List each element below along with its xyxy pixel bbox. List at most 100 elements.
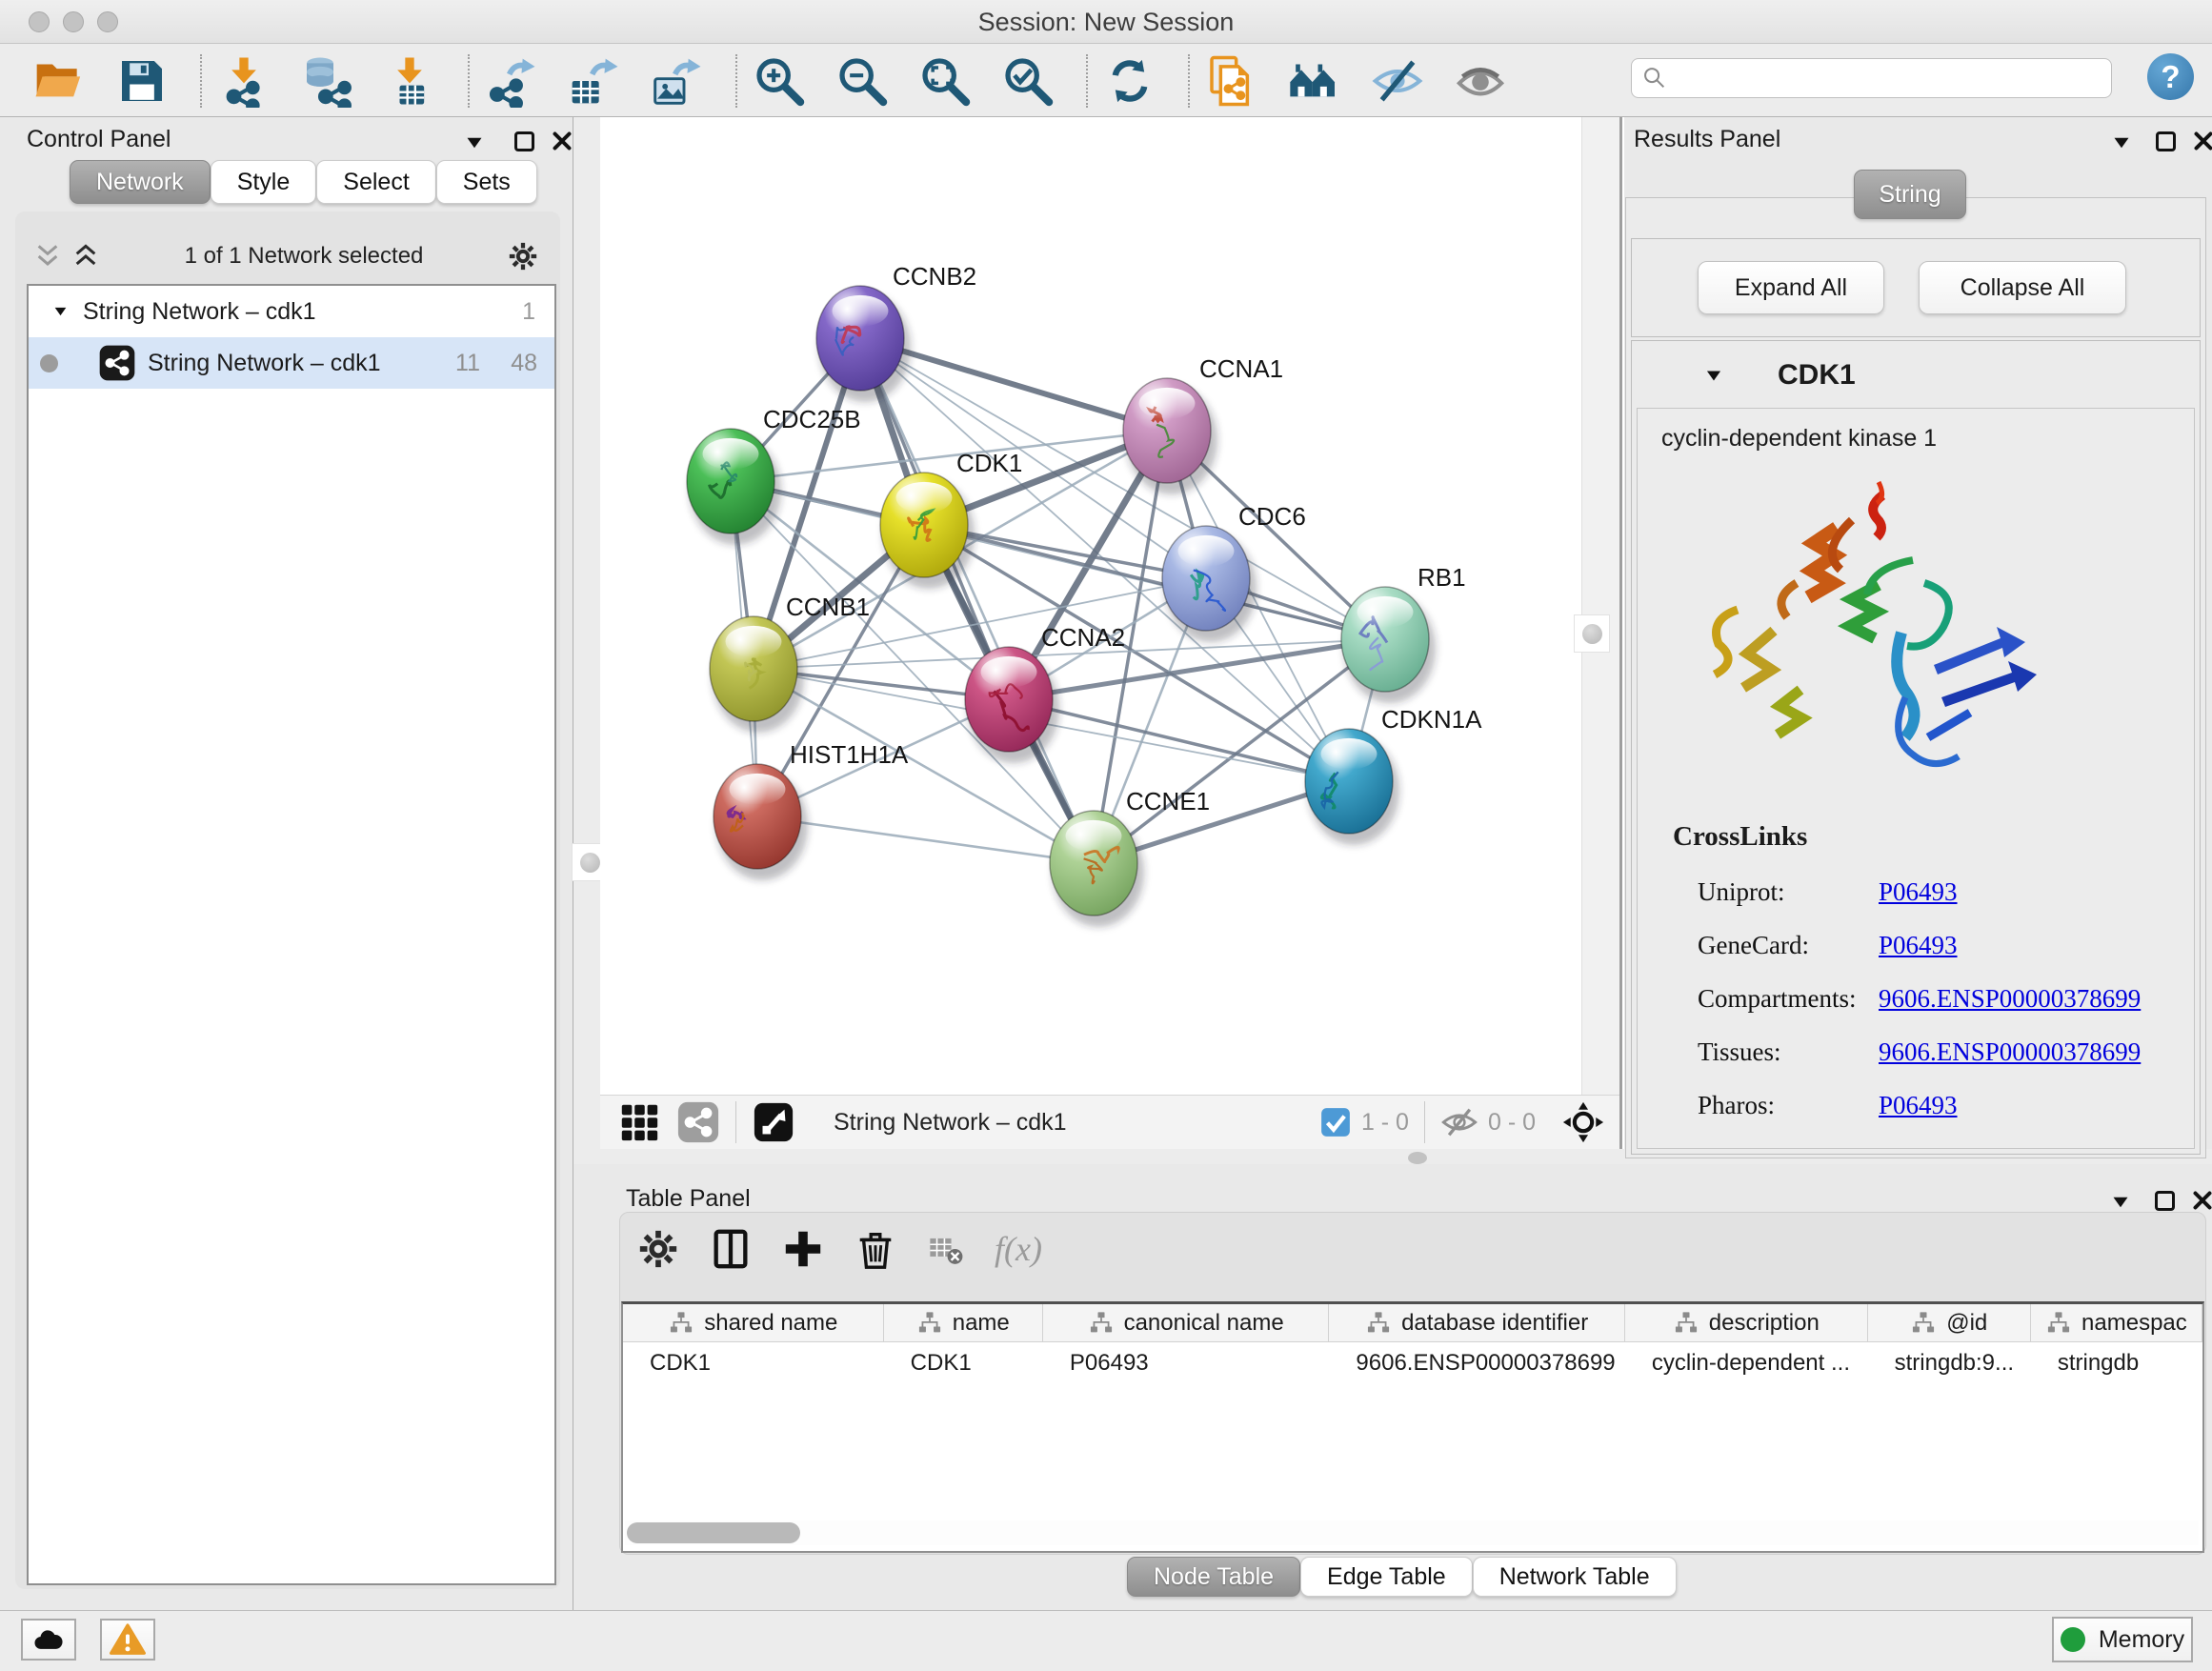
- warnings-button[interactable]: [100, 1619, 155, 1661]
- search-input[interactable]: [1668, 65, 2111, 91]
- memory-button[interactable]: Memory: [2052, 1617, 2193, 1662]
- network-collection-row[interactable]: String Network – cdk1 1: [29, 286, 554, 337]
- network-edge[interactable]: [757, 816, 1094, 863]
- neighborhood-icon[interactable]: [1288, 54, 1341, 108]
- open-session-icon[interactable]: [32, 54, 86, 108]
- hidden-eye-icon[interactable]: [1440, 1103, 1478, 1141]
- collection-caret-icon[interactable]: [51, 305, 70, 318]
- column-header-name[interactable]: name: [884, 1304, 1043, 1341]
- results-panel-title: Results Panel: [1634, 126, 1780, 153]
- show-columns-icon[interactable]: [709, 1227, 753, 1271]
- delete-column-icon[interactable]: [854, 1227, 897, 1271]
- node-label: CCNA1: [1199, 354, 1283, 383]
- import-network-icon[interactable]: [217, 54, 271, 108]
- crosslink-link[interactable]: 9606.ENSP00000378699: [1879, 1037, 2141, 1067]
- toolbar-separator: [1086, 54, 1088, 108]
- import-table-icon[interactable]: [383, 54, 436, 108]
- control-panel-close-icon[interactable]: [551, 130, 573, 152]
- network-canvas[interactable]: CCNB2CCNA1CDC25BCDK1CDC6RB1CCNB1CCNA2CDK…: [600, 117, 1581, 1095]
- table-panel-float-icon[interactable]: [2155, 1191, 2175, 1211]
- export-network-icon[interactable]: [485, 54, 538, 108]
- zoom-selected-icon[interactable]: [1001, 54, 1055, 108]
- tab-network[interactable]: Network: [70, 160, 211, 204]
- column-header-namespac[interactable]: namespac: [2031, 1304, 2202, 1341]
- network-node-RB1[interactable]: RB1: [1341, 563, 1466, 703]
- tab-style[interactable]: Style: [211, 160, 317, 204]
- gene-section-header[interactable]: CDK1: [1631, 351, 2201, 400]
- table-row[interactable]: CDK1CDK1P064939606.ENSP00000378699cyclin…: [623, 1342, 2202, 1384]
- selected-checkbox-icon[interactable]: [1319, 1106, 1352, 1138]
- tab-network-table[interactable]: Network Table: [1473, 1557, 1677, 1597]
- help-button[interactable]: ?: [2147, 53, 2194, 100]
- network-edge[interactable]: [860, 338, 1094, 863]
- column-header--id[interactable]: @id: [1868, 1304, 2031, 1341]
- crosslink-label: Uniprot:: [1698, 877, 1879, 907]
- expand-all-button[interactable]: Expand All: [1698, 261, 1884, 314]
- expand-all-networks-icon[interactable]: [70, 241, 101, 272]
- attribute-type-icon: [916, 1310, 943, 1337]
- update-icon[interactable]: [1103, 54, 1156, 108]
- network-node-CDKN1A[interactable]: CDKN1A: [1305, 705, 1482, 845]
- column-header-canonical-name[interactable]: canonical name: [1043, 1304, 1330, 1341]
- tab-edge-table[interactable]: Edge Table: [1300, 1557, 1473, 1597]
- network-node-HIST1H1A[interactable]: HIST1H1A: [714, 740, 909, 880]
- fit-selected-crosshair-icon[interactable]: [1562, 1101, 1604, 1143]
- column-header-database-identifier[interactable]: database identifier: [1329, 1304, 1625, 1341]
- add-column-icon[interactable]: [781, 1227, 825, 1271]
- network-edge[interactable]: [1009, 699, 1349, 781]
- crosslink-link[interactable]: P06493: [1879, 1091, 1958, 1120]
- collapse-all-networks-icon[interactable]: [32, 241, 63, 272]
- save-session-icon[interactable]: [115, 54, 169, 108]
- collapse-all-button[interactable]: Collapse All: [1919, 261, 2126, 314]
- network-node-CCNA1[interactable]: CCNA1: [1123, 354, 1283, 494]
- hscrollbar-thumb[interactable]: [627, 1522, 800, 1543]
- network-node-CDK1[interactable]: CDK1: [880, 449, 1022, 589]
- network-style-icon[interactable]: [676, 1100, 720, 1144]
- right-splitter-handle[interactable]: [1574, 614, 1610, 653]
- attribute-type-icon: [1088, 1310, 1115, 1337]
- table-panel-menu-icon[interactable]: [2109, 1194, 2132, 1211]
- crosslink-link[interactable]: P06493: [1879, 877, 1958, 907]
- detach-view-icon[interactable]: [752, 1100, 795, 1144]
- tab-sets[interactable]: Sets: [436, 160, 537, 204]
- network-options-gear-icon[interactable]: [507, 240, 539, 272]
- network-node-count: 11: [423, 350, 480, 377]
- hide-selected-icon[interactable]: [1371, 54, 1424, 108]
- tab-select[interactable]: Select: [316, 160, 435, 204]
- crosslink-label: Pharos:: [1698, 1091, 1879, 1120]
- current-network-dot: [40, 354, 58, 372]
- cloud-button[interactable]: [21, 1619, 76, 1661]
- import-database-icon[interactable]: [300, 54, 353, 108]
- search-box[interactable]: [1631, 58, 2112, 98]
- tab-string[interactable]: String: [1854, 170, 1966, 219]
- gene-name: CDK1: [1778, 359, 1856, 392]
- zoom-in-icon[interactable]: [753, 54, 806, 108]
- crosslink-link[interactable]: P06493: [1879, 931, 1958, 960]
- tab-node-table[interactable]: Node Table: [1127, 1557, 1300, 1597]
- clone-network-icon[interactable]: [1205, 54, 1258, 108]
- gene-caret-icon[interactable]: [1703, 368, 1724, 384]
- export-table-icon[interactable]: [568, 54, 621, 108]
- birds-eye-grid-icon[interactable]: [617, 1100, 661, 1144]
- table-panel-close-icon[interactable]: [2191, 1189, 2212, 1212]
- crosslink-link[interactable]: 9606.ENSP00000378699: [1879, 984, 2141, 1014]
- column-header-description[interactable]: description: [1625, 1304, 1868, 1341]
- zoom-out-icon[interactable]: [835, 54, 889, 108]
- network-node-CCNB2[interactable]: CCNB2: [816, 262, 976, 402]
- control-panel-float-icon[interactable]: [514, 131, 534, 151]
- network-row-selected[interactable]: String Network – cdk1 11 48: [29, 337, 554, 389]
- network-node-CCNE1[interactable]: CCNE1: [1050, 787, 1210, 927]
- network-node-CCNA2[interactable]: CCNA2: [965, 623, 1125, 763]
- show-all-icon[interactable]: [1454, 54, 1507, 108]
- table-options-gear-icon[interactable]: [636, 1227, 680, 1271]
- table-hscrollbar[interactable]: [625, 1520, 2199, 1545]
- column-header-shared-name[interactable]: shared name: [623, 1304, 884, 1341]
- network-node-CDC25B[interactable]: CDC25B: [687, 405, 861, 545]
- search-icon: [1641, 65, 1668, 91]
- zoom-fit-icon[interactable]: [918, 54, 972, 108]
- export-image-icon[interactable]: [651, 54, 704, 108]
- results-panel-close-icon[interactable]: [2192, 130, 2212, 152]
- control-panel-menu-icon[interactable]: [463, 134, 486, 151]
- results-panel-float-icon[interactable]: [2156, 131, 2176, 151]
- results-panel-menu-icon[interactable]: [2110, 134, 2133, 151]
